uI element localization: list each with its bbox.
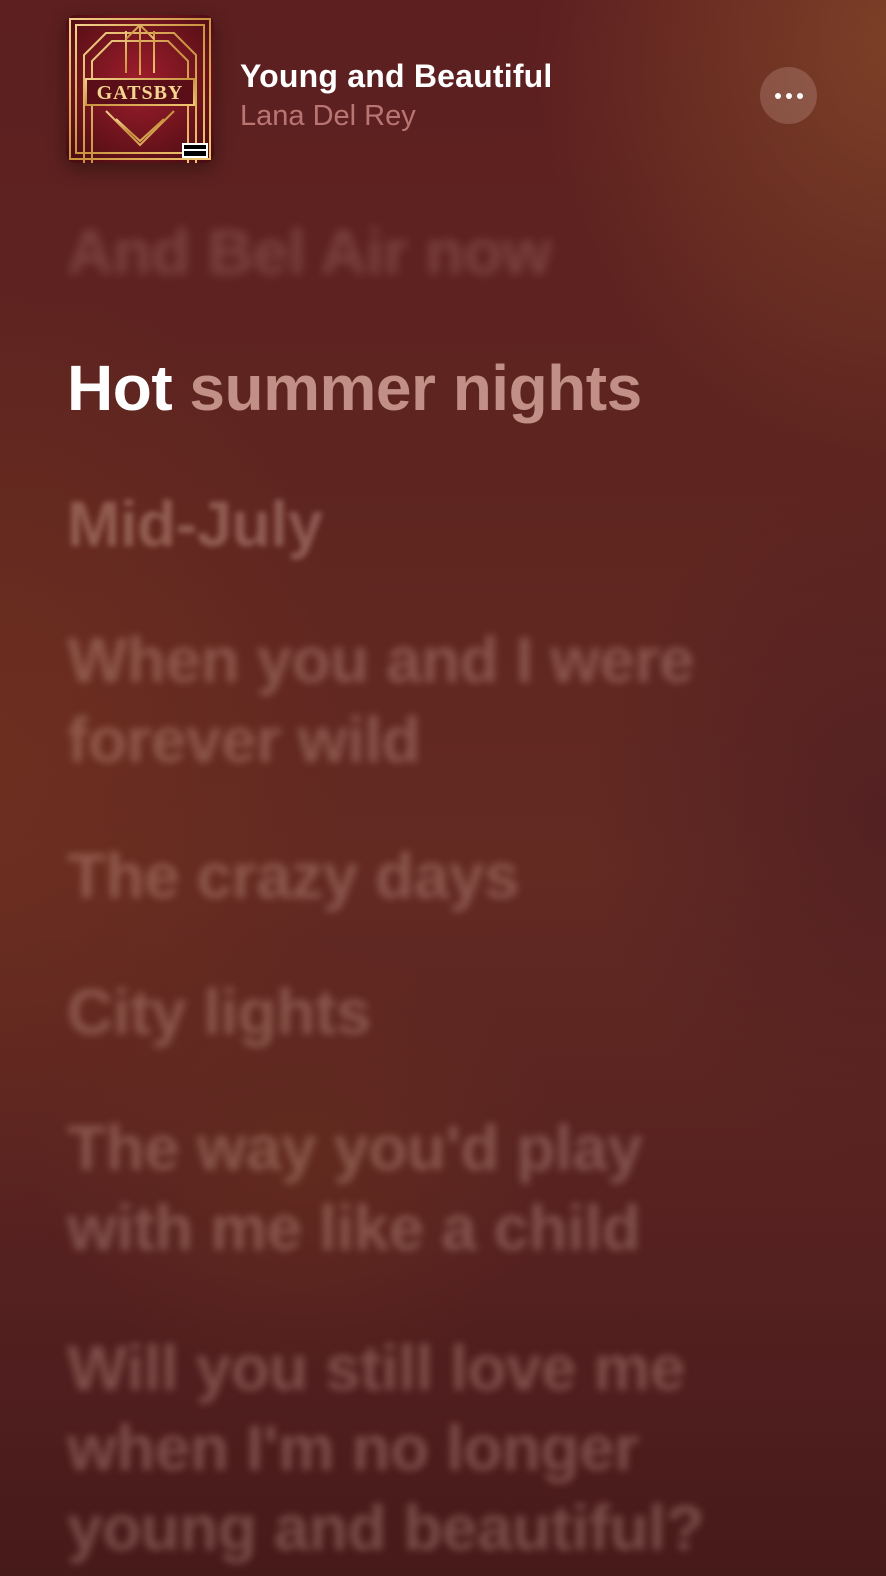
lyric-line[interactable]: The crazy days <box>67 836 827 916</box>
lyric-remaining-words: summer nights <box>189 352 642 424</box>
lyric-line[interactable]: City lights <box>67 972 827 1052</box>
ellipsis-icon-dot-2 <box>785 92 792 99</box>
artist-name[interactable]: Lana Del Rey <box>240 100 416 133</box>
ellipsis-icon <box>774 92 781 99</box>
lyric-sung-words: Hot <box>67 352 173 424</box>
lyric-line[interactable]: Will you still love me when I'm no longe… <box>67 1328 747 1568</box>
lyric-line-previous[interactable]: And Bel Air now <box>67 212 827 292</box>
lyric-line[interactable]: The way you'd play with me like a child <box>67 1108 727 1268</box>
lyric-line-current[interactable]: Hot summer nights <box>67 348 827 428</box>
now-playing-header: GATSBY Young and Beautiful Lana Del Rey <box>0 0 886 180</box>
lyric-line[interactable]: Mid-July <box>67 484 827 564</box>
ellipsis-icon-dot-3 <box>796 92 803 99</box>
album-artwork[interactable]: GATSBY <box>66 15 214 163</box>
song-title[interactable]: Young and Beautiful <box>240 58 553 95</box>
more-options-button[interactable] <box>760 67 817 124</box>
lyric-line[interactable]: When you and I were forever wild <box>67 620 767 780</box>
album-artwork-image: GATSBY <box>66 15 214 163</box>
artwork-label: GATSBY <box>97 82 184 104</box>
